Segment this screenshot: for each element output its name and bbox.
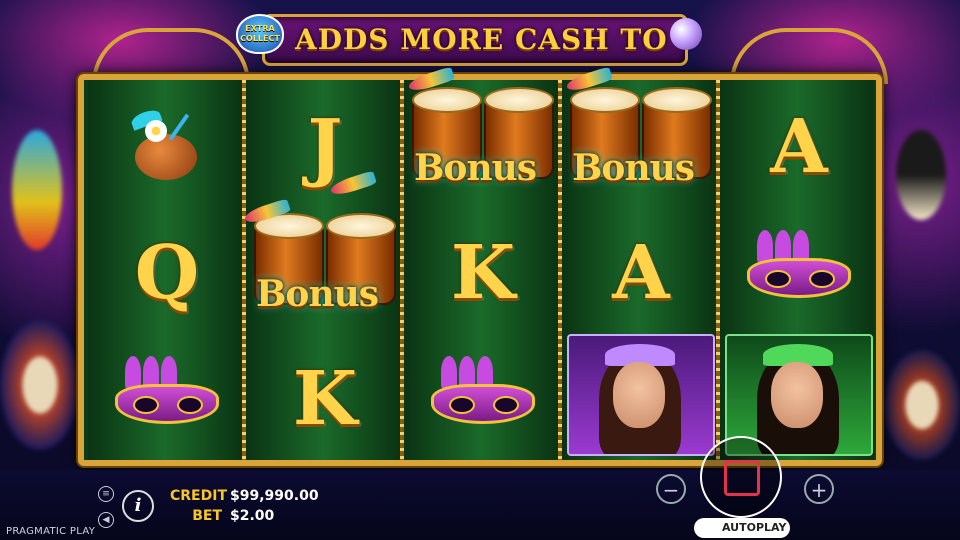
bongo-drums-icon: Bonus bbox=[564, 66, 716, 205]
info-button[interactable]: i bbox=[122, 490, 154, 522]
symbol-a: A bbox=[566, 210, 716, 336]
letter-j: J bbox=[307, 104, 343, 190]
letter-q: Q bbox=[134, 230, 200, 316]
drum-decoration-left bbox=[0, 320, 80, 450]
reel-frame: Q J Bonus K Bonus K Bonus A A bbox=[78, 66, 882, 466]
reel-separator bbox=[558, 80, 562, 460]
bonus-label: Bonus bbox=[572, 147, 695, 189]
carnival-mask-icon bbox=[115, 356, 219, 428]
brand-logo: PRAGMATIC PLAY bbox=[6, 526, 96, 537]
spin-button[interactable] bbox=[700, 436, 782, 518]
sound-icon[interactable]: ◀ bbox=[98, 512, 114, 528]
bongo-drums-icon: Bonus bbox=[406, 66, 558, 205]
bet-value: $2.00 bbox=[230, 508, 275, 524]
reel-separator bbox=[242, 80, 246, 460]
drum-decoration-right bbox=[884, 350, 960, 460]
symbol-mask bbox=[92, 336, 242, 462]
letter-a: A bbox=[770, 104, 828, 190]
symbol-mask bbox=[724, 210, 874, 336]
stop-icon bbox=[724, 460, 760, 496]
symbol-bonus: Bonus bbox=[406, 66, 558, 208]
symbol-k: K bbox=[408, 210, 558, 336]
credit-row: CREDIT $99,990.00 bbox=[170, 488, 319, 504]
symbol-j: J bbox=[250, 84, 400, 210]
symbol-coconut bbox=[92, 84, 242, 210]
bongo-drums-icon: Bonus bbox=[242, 170, 400, 331]
banner-text: ADDS MORE CASH TO bbox=[295, 23, 668, 56]
increase-bet-button[interactable]: + bbox=[804, 474, 834, 504]
feature-banner: ADDS MORE CASH TO bbox=[262, 14, 688, 66]
symbol-a: A bbox=[724, 84, 874, 210]
dancer-face bbox=[613, 362, 665, 428]
bet-label: BET bbox=[192, 508, 222, 524]
carnival-mask-icon bbox=[431, 356, 535, 428]
parrot-decoration bbox=[12, 130, 62, 250]
symbol-bonus: Bonus bbox=[242, 170, 400, 334]
bet-row: BET $2.00 bbox=[170, 508, 274, 524]
dancer-face bbox=[771, 362, 823, 428]
toucan-decoration bbox=[896, 130, 946, 220]
bonus-label: Bonus bbox=[256, 273, 379, 315]
badge-line-2: COLLECT bbox=[240, 34, 280, 43]
bonus-label: Bonus bbox=[414, 147, 537, 189]
menu-icon[interactable]: ≡ bbox=[98, 486, 114, 502]
autoplay-button[interactable]: AUTOPLAY bbox=[694, 518, 790, 538]
symbol-bonus: Bonus bbox=[564, 66, 716, 208]
credit-value: $99,990.00 bbox=[230, 488, 319, 504]
disco-ball-icon bbox=[670, 18, 702, 50]
symbol-k: K bbox=[250, 336, 400, 462]
reel-separator bbox=[400, 80, 404, 460]
letter-k: K bbox=[292, 356, 358, 442]
autoplay-label: AUTOPLAY bbox=[722, 521, 787, 534]
letter-a: A bbox=[612, 230, 670, 316]
badge-line-1: EXTRA bbox=[245, 24, 275, 33]
symbol-mask bbox=[408, 336, 558, 462]
reel-separator bbox=[716, 80, 720, 460]
credit-label: CREDIT bbox=[170, 488, 227, 504]
extra-collect-heart-icon: EXTRA COLLECT bbox=[236, 14, 284, 54]
symbol-q: Q bbox=[92, 210, 242, 336]
decrease-bet-button[interactable]: − bbox=[656, 474, 686, 504]
coconut-icon bbox=[127, 107, 207, 182]
symbol-purple-dancer bbox=[567, 334, 715, 456]
letter-k: K bbox=[450, 230, 516, 316]
carnival-mask-icon bbox=[747, 230, 851, 302]
